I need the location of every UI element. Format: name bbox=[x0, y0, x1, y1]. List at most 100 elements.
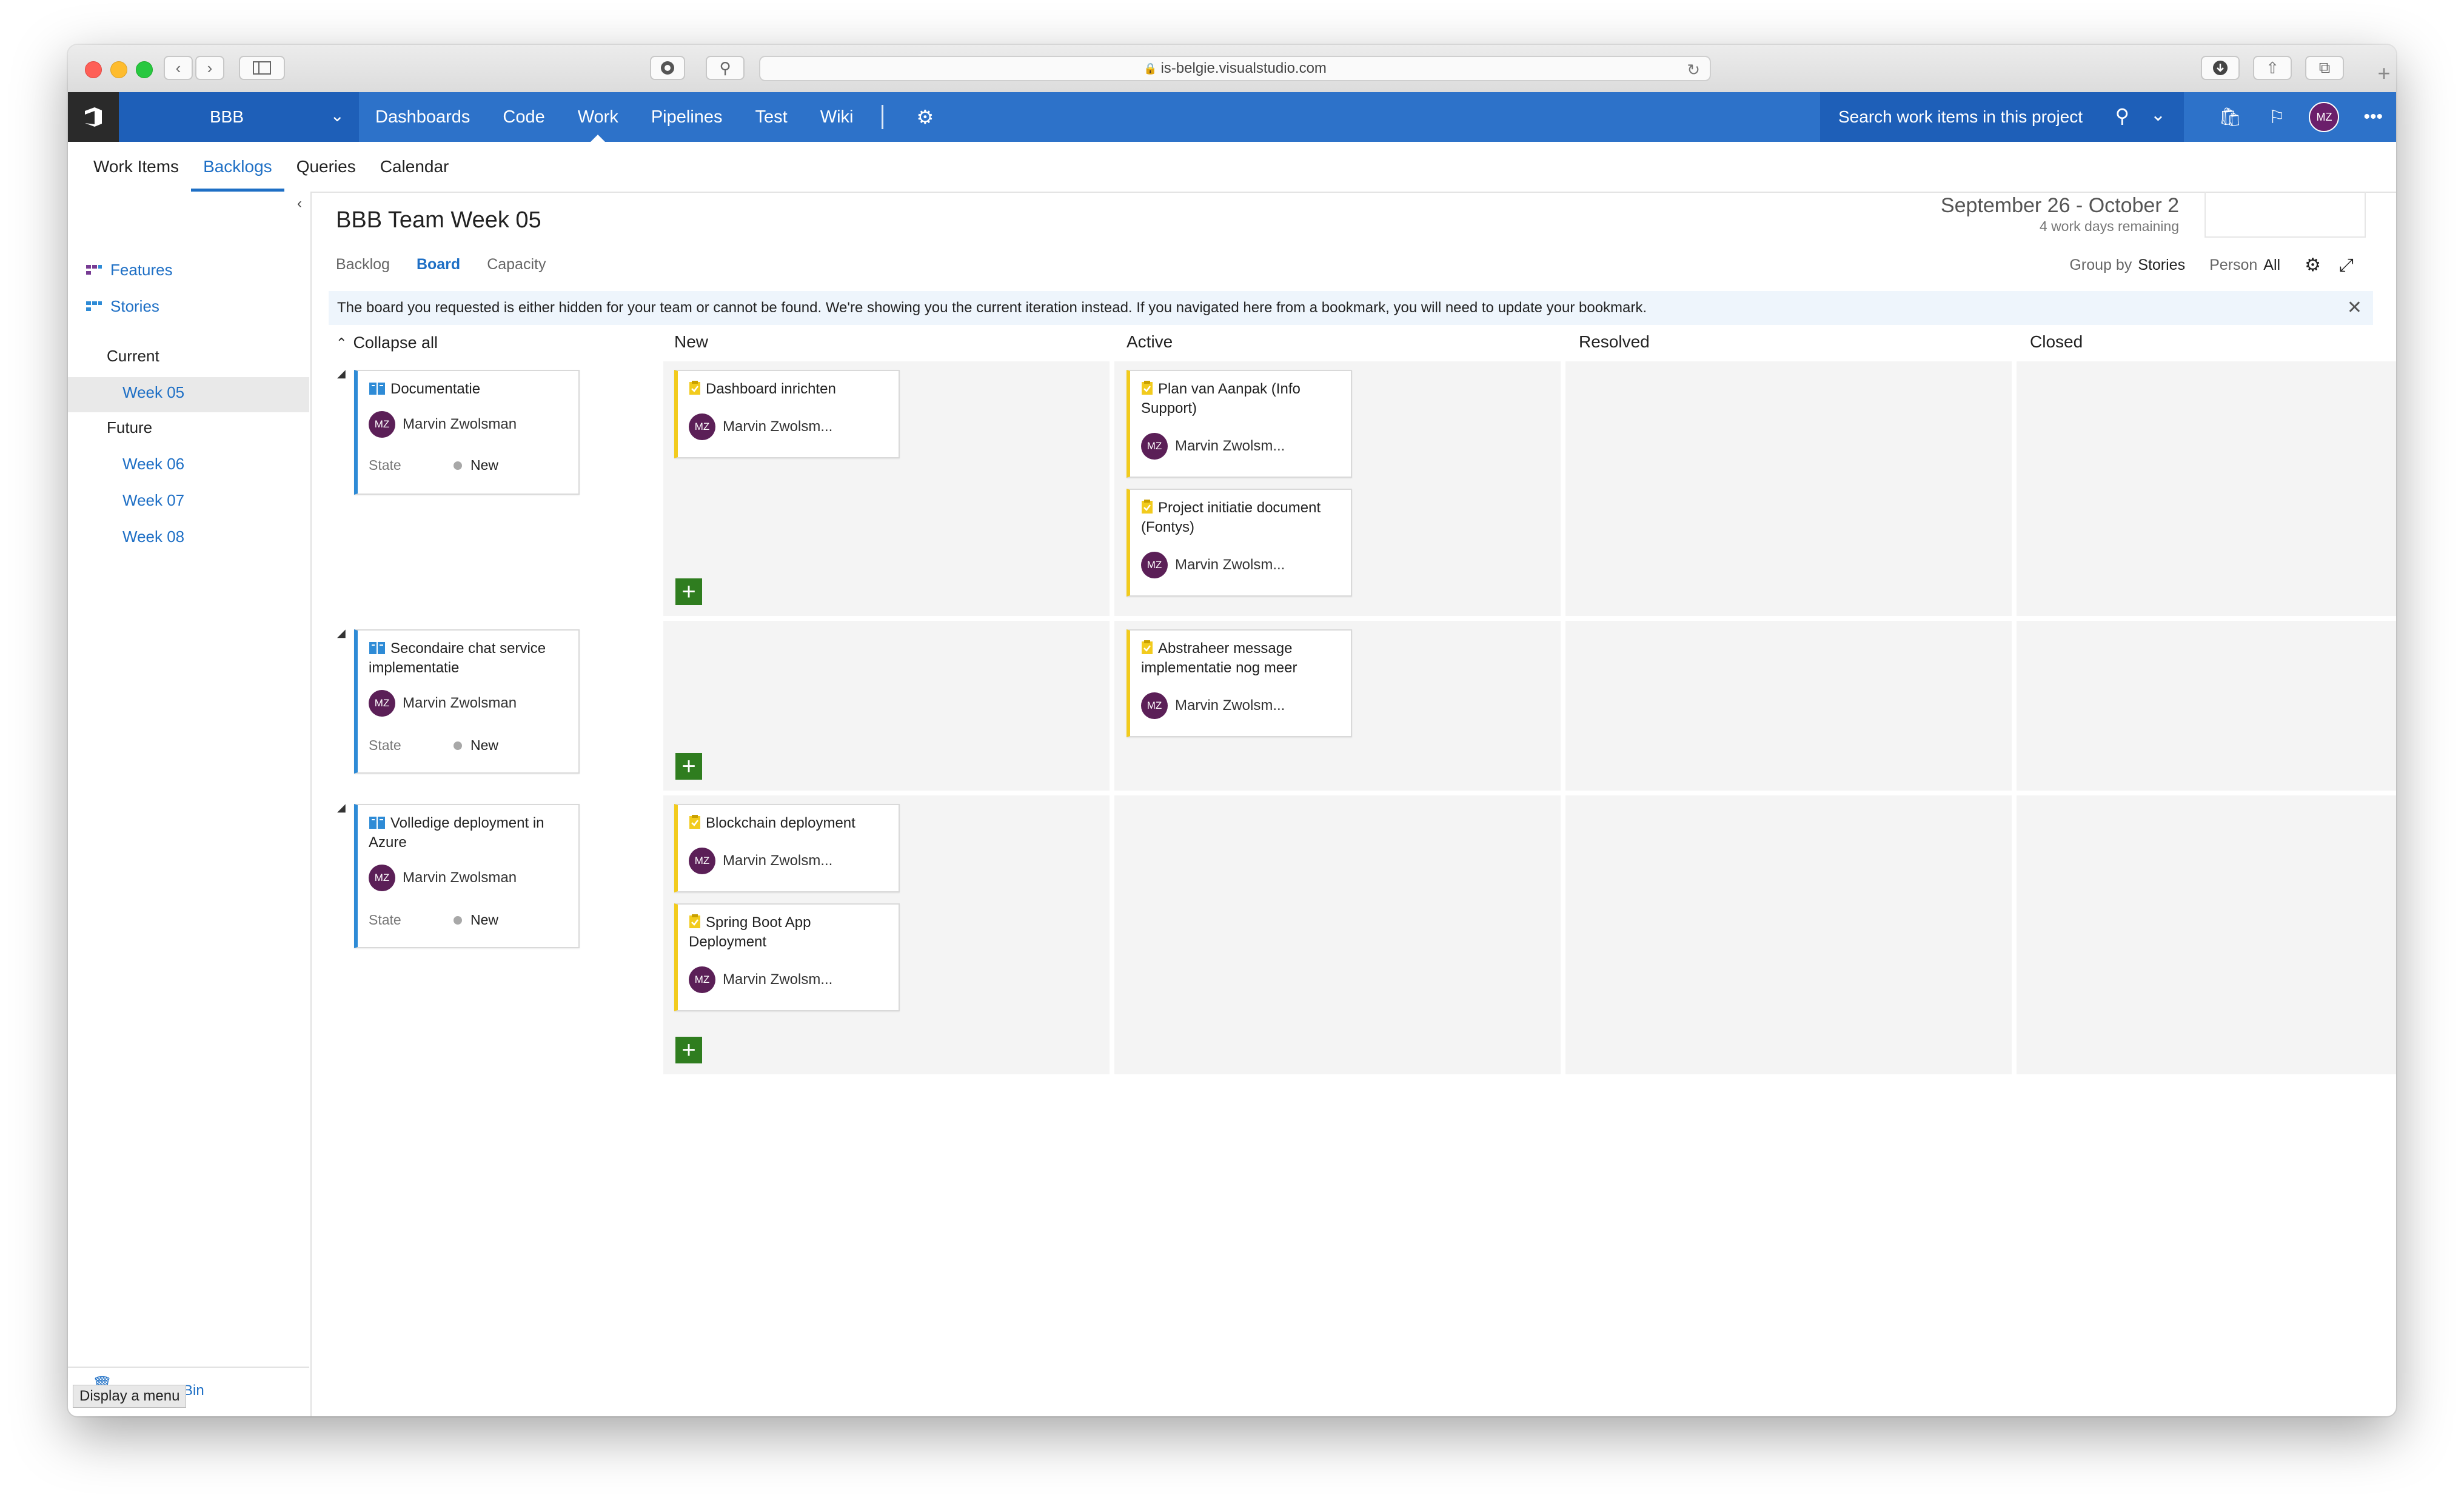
accessibility-button[interactable]: ⚲ bbox=[706, 56, 745, 80]
selected-iteration-highlight bbox=[68, 377, 309, 412]
sidebar-item-week-08[interactable]: Week 08 bbox=[122, 527, 184, 546]
person-filter[interactable]: All bbox=[2263, 256, 2280, 274]
search-work-items[interactable]: Search work items in this project ⚲ ⌄ bbox=[1820, 92, 2184, 142]
sidebar-item-week-07[interactable]: Week 07 bbox=[122, 491, 184, 510]
forward-button[interactable]: › bbox=[195, 56, 224, 80]
nav-wiki[interactable]: Wiki bbox=[820, 92, 854, 142]
avatar: MZ bbox=[1141, 552, 1168, 578]
downloads-button[interactable] bbox=[2201, 56, 2240, 80]
story-card[interactable]: Secondaire chat service implementatie MZ… bbox=[354, 629, 580, 774]
column-header-active: Active bbox=[1127, 332, 1173, 351]
card-assignee[interactable]: MZ Marvin Zwolsm... bbox=[689, 848, 832, 874]
avatar: MZ bbox=[689, 848, 715, 874]
task-card[interactable]: Plan van Aanpak (Info Support) MZ Marvin… bbox=[1127, 370, 1352, 478]
collapse-all-button[interactable]: ⌃ Collapse all bbox=[336, 333, 438, 352]
card-assignee[interactable]: MZ Marvin Zwolsm... bbox=[1141, 692, 1285, 719]
tab-capacity[interactable]: Capacity bbox=[487, 256, 546, 273]
card-assignee[interactable]: MZ Marvin Zwolsm... bbox=[1141, 552, 1285, 578]
feedback-icon[interactable]: ⚐ bbox=[2269, 107, 2285, 128]
minimize-window-button[interactable] bbox=[110, 61, 127, 78]
card-assignee[interactable]: MZ Marvin Zwolsman bbox=[369, 411, 517, 438]
task-card[interactable]: Dashboard inrichten MZ Marvin Zwolsm... bbox=[674, 370, 900, 458]
hub-nav: Dashboards Code Work Pipelines Test Wiki… bbox=[359, 92, 934, 142]
tab-backlog[interactable]: Backlog bbox=[336, 256, 390, 273]
nav-pipelines[interactable]: Pipelines bbox=[651, 92, 723, 142]
person-label: Person bbox=[2209, 256, 2258, 273]
address-bar[interactable]: 🔒 is-belgie.visualstudio.com ↻ bbox=[759, 56, 1711, 81]
tab-calendar[interactable]: Calendar bbox=[368, 142, 461, 192]
fullscreen-icon[interactable]: ⤢ bbox=[2339, 255, 2354, 276]
nav-code[interactable]: Code bbox=[503, 92, 544, 142]
state-value[interactable]: New bbox=[470, 457, 498, 474]
features-icon bbox=[86, 264, 102, 275]
board-cell bbox=[2017, 795, 2396, 1074]
card-title: Spring Boot App Deployment bbox=[689, 914, 811, 950]
lane-collapse-toggle[interactable]: ◢ bbox=[337, 802, 346, 814]
chevron-right-icon: › bbox=[207, 58, 213, 77]
sidebar-item-week-05[interactable]: Week 05 bbox=[122, 383, 184, 402]
state-value[interactable]: New bbox=[470, 912, 498, 928]
page-title: BBB Team Week 05 bbox=[336, 207, 541, 233]
chevron-down-icon[interactable]: ⌄ bbox=[2151, 104, 2166, 126]
book-icon bbox=[369, 383, 385, 395]
column-header-closed: Closed bbox=[2030, 332, 2083, 351]
card-assignee[interactable]: MZ Marvin Zwolsman bbox=[369, 865, 517, 891]
sidebar-item-stories[interactable]: Stories bbox=[86, 297, 159, 316]
search-icon[interactable]: ⚲ bbox=[2115, 104, 2129, 127]
new-tab-button[interactable]: + bbox=[2372, 61, 2396, 86]
chevron-left-icon[interactable]: ‹ bbox=[297, 195, 302, 212]
state-value[interactable]: New bbox=[470, 737, 498, 754]
add-task-button[interactable]: + bbox=[675, 1037, 702, 1063]
zoom-window-button[interactable] bbox=[136, 61, 153, 78]
more-icon[interactable]: ••• bbox=[2363, 107, 2383, 127]
card-assignee[interactable]: MZ Marvin Zwolsman bbox=[369, 690, 517, 717]
card-assignee[interactable]: MZ Marvin Zwolsm... bbox=[1141, 433, 1285, 460]
tab-backlogs[interactable]: Backlogs bbox=[191, 142, 284, 192]
azure-devops-logo[interactable] bbox=[68, 92, 119, 142]
board-toolbar: Group by Stories Person All ⚙ ⤢ bbox=[2069, 255, 2354, 276]
story-card[interactable]: Documentatie MZ Marvin Zwolsman State Ne… bbox=[354, 370, 580, 495]
sidebar-toggle-button[interactable] bbox=[239, 56, 285, 80]
back-button[interactable]: ‹ bbox=[164, 56, 193, 80]
sidebar-item-features[interactable]: Features bbox=[86, 261, 173, 279]
plus-icon: + bbox=[681, 1037, 696, 1063]
card-title: Secondaire chat service implementatie bbox=[369, 640, 546, 676]
task-card[interactable]: Spring Boot App Deployment MZ Marvin Zwo… bbox=[674, 903, 900, 1011]
tab-queries[interactable]: Queries bbox=[284, 142, 368, 192]
gear-icon[interactable]: ⚙ bbox=[2305, 255, 2321, 276]
state-indicator bbox=[454, 915, 462, 925]
card-assignee[interactable]: MZ Marvin Zwolsm... bbox=[689, 413, 832, 440]
card-title: Project initiatie document (Fontys) bbox=[1141, 500, 1321, 535]
assignee-name: Marvin Zwolsm... bbox=[723, 852, 833, 869]
nav-dashboards[interactable]: Dashboards bbox=[375, 92, 470, 142]
lane-collapse-toggle[interactable]: ◢ bbox=[337, 627, 346, 640]
task-card[interactable]: Blockchain deployment MZ Marvin Zwolsm..… bbox=[674, 804, 900, 892]
nav-test[interactable]: Test bbox=[755, 92, 788, 142]
close-icon[interactable]: ✕ bbox=[2347, 297, 2362, 318]
user-avatar[interactable]: MZ bbox=[2309, 102, 2340, 132]
privacy-button[interactable] bbox=[650, 56, 685, 80]
nav-work[interactable]: Work bbox=[578, 92, 618, 142]
task-card[interactable]: Abstraheer message implementatie nog mee… bbox=[1127, 629, 1352, 737]
group-by-selector[interactable]: Stories bbox=[2138, 256, 2185, 274]
lane-collapse-toggle[interactable]: ◢ bbox=[337, 367, 346, 380]
gear-icon[interactable]: ⚙ bbox=[916, 105, 934, 129]
tab-board[interactable]: Board bbox=[417, 256, 460, 273]
task-card[interactable]: Project initiatie document (Fontys) MZ M… bbox=[1127, 489, 1352, 597]
sidebar-item-week-06[interactable]: Week 06 bbox=[122, 455, 184, 474]
project-selector[interactable]: BBB ⌄ bbox=[119, 92, 359, 142]
tabs-overview-button[interactable]: ⧉ bbox=[2305, 56, 2344, 80]
add-task-button[interactable]: + bbox=[675, 578, 702, 605]
avatar: MZ bbox=[1141, 433, 1168, 460]
marketplace-icon[interactable]: 🛍 bbox=[2218, 107, 2241, 128]
avatar: MZ bbox=[369, 690, 395, 717]
share-button[interactable]: ⇧ bbox=[2253, 56, 2292, 80]
card-assignee[interactable]: MZ Marvin Zwolsm... bbox=[689, 966, 832, 993]
story-card[interactable]: Volledige deployment in Azure MZ Marvin … bbox=[354, 804, 580, 948]
close-window-button[interactable] bbox=[85, 61, 102, 78]
state-label: State bbox=[369, 912, 401, 928]
chevron-left-icon: ‹ bbox=[175, 58, 181, 77]
add-task-button[interactable]: + bbox=[675, 753, 702, 780]
reload-icon[interactable]: ↻ bbox=[1687, 61, 1700, 79]
tab-work-items[interactable]: Work Items bbox=[81, 142, 191, 192]
